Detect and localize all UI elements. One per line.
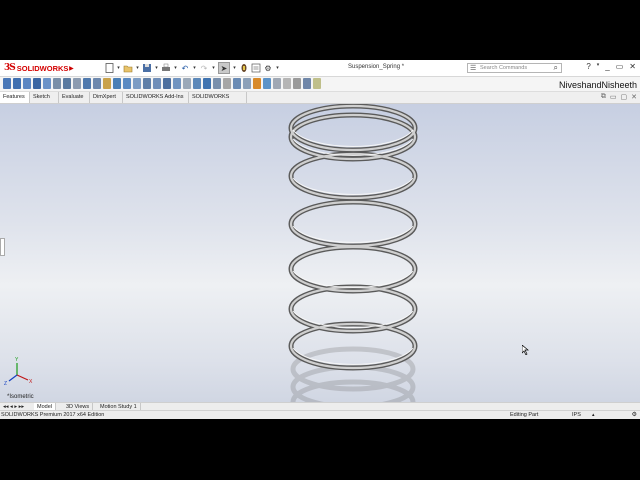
solidworks-search-icon: ☰ bbox=[470, 65, 477, 72]
command-tabs: Features Sketch Evaluate DimXpert SOLIDW… bbox=[0, 92, 640, 111]
user-name: NiveshandNisheeth bbox=[558, 80, 637, 90]
dropdown-icon[interactable]: ▾ bbox=[597, 62, 600, 71]
close-view-icon[interactable]: ✕ bbox=[631, 93, 637, 101]
dropdown-icon[interactable]: ▾ bbox=[275, 63, 280, 73]
dropdown-icon[interactable]: ▾ bbox=[192, 63, 197, 73]
display-style-icon[interactable] bbox=[233, 78, 241, 89]
revolved-cut-icon[interactable] bbox=[73, 78, 81, 89]
rebuild-icon[interactable] bbox=[239, 63, 249, 73]
rib-icon[interactable] bbox=[123, 78, 131, 89]
svg-text:X: X bbox=[29, 379, 33, 385]
options-icon[interactable]: ⚙ bbox=[263, 63, 273, 73]
pan-icon[interactable] bbox=[313, 78, 321, 89]
tab-solidworks-add-ins[interactable]: SOLIDWORKS Add-Ins bbox=[123, 92, 189, 103]
help-icon[interactable]: ? bbox=[586, 62, 590, 71]
title-bar: 3S SOLIDWORKS ▶ ▾ ▾ ▾ ▾ ↶ ▾ ↷ ▾ ➤ ▾ ⚙ ▾ … bbox=[0, 60, 640, 77]
wrap-icon[interactable] bbox=[133, 78, 141, 89]
logo-text: SOLIDWORKS bbox=[16, 63, 69, 73]
search-placeholder: Search Commands bbox=[480, 65, 528, 71]
feature-icons bbox=[3, 78, 321, 89]
spring-reflection bbox=[290, 346, 416, 406]
reference-geometry-icon[interactable] bbox=[183, 78, 191, 89]
lofted-cut-icon[interactable] bbox=[93, 78, 101, 89]
linear-pattern-icon[interactable] bbox=[113, 78, 121, 89]
window-controls: ? ▾ _ ▭ ✕ bbox=[586, 62, 636, 71]
open-icon[interactable] bbox=[123, 63, 133, 73]
coordinate-triad: Y X Z bbox=[4, 357, 33, 387]
minimize-view-icon[interactable]: ▭ bbox=[610, 93, 617, 101]
undo-icon[interactable]: ↶ bbox=[180, 63, 190, 73]
instant3d-icon[interactable] bbox=[203, 78, 211, 89]
letterbox-bottom bbox=[0, 419, 640, 480]
section-view-icon[interactable] bbox=[213, 78, 221, 89]
tab-solidworks-mbd[interactable]: SOLIDWORKS MBD bbox=[189, 92, 247, 111]
save-icon[interactable] bbox=[142, 63, 152, 73]
rotate-icon[interactable] bbox=[303, 78, 311, 89]
letterbox-top bbox=[0, 0, 640, 60]
dropdown-icon[interactable]: ▾ bbox=[232, 63, 237, 73]
file-properties-icon[interactable] bbox=[251, 63, 261, 73]
tab-sketch[interactable]: Sketch bbox=[30, 92, 59, 103]
fillet-icon[interactable] bbox=[103, 78, 111, 89]
mouse-cursor-icon bbox=[522, 345, 529, 355]
dropdown-icon[interactable]: ▾ bbox=[173, 63, 178, 73]
maximize-view-icon[interactable]: ▢ bbox=[621, 93, 628, 101]
edit-appearance-icon[interactable] bbox=[253, 78, 261, 89]
command-manager: NiveshandNisheeth bbox=[0, 77, 640, 92]
minimize-icon[interactable]: _ bbox=[605, 62, 609, 71]
quick-access-toolbar: ▾ ▾ ▾ ▾ ↶ ▾ ↷ ▾ ➤ ▾ ⚙ ▾ bbox=[104, 62, 280, 74]
svg-text:Z: Z bbox=[4, 381, 7, 387]
dropdown-icon[interactable]: ▾ bbox=[116, 63, 121, 73]
search-commands-input[interactable]: ☰ Search Commands ⌕ bbox=[467, 63, 562, 73]
close-icon[interactable]: ✕ bbox=[629, 62, 636, 71]
print-icon[interactable] bbox=[161, 63, 171, 73]
hide-show-icon[interactable] bbox=[243, 78, 251, 89]
view-window-tools: ⧉ ▭ ▢ ✕ bbox=[601, 93, 637, 101]
scene-icon[interactable] bbox=[263, 78, 271, 89]
search-icon[interactable]: ⌕ bbox=[554, 63, 558, 72]
solidworks-window: 3S SOLIDWORKS ▶ ▾ ▾ ▾ ▾ ↶ ▾ ↷ ▾ ➤ ▾ ⚙ ▾ … bbox=[0, 60, 640, 420]
view-orientation-label: *Isometric bbox=[7, 394, 34, 400]
previous-view-icon[interactable] bbox=[293, 78, 301, 89]
select-icon[interactable]: ➤ bbox=[218, 62, 230, 74]
extruded-boss-icon[interactable] bbox=[3, 78, 11, 89]
dropdown-icon[interactable]: ▾ bbox=[154, 63, 159, 73]
swept-boss-icon[interactable] bbox=[23, 78, 31, 89]
restore-icon[interactable]: ▭ bbox=[616, 62, 624, 71]
extruded-cut-icon[interactable] bbox=[53, 78, 61, 89]
logo-mark: 3S bbox=[4, 63, 16, 73]
revolved-boss-icon[interactable] bbox=[13, 78, 21, 89]
curves-icon[interactable] bbox=[193, 78, 201, 89]
tab-evaluate[interactable]: Evaluate bbox=[59, 92, 90, 103]
svg-text:Y: Y bbox=[15, 357, 19, 363]
new-icon[interactable] bbox=[104, 63, 114, 73]
tab-dimxpert[interactable]: DimXpert bbox=[90, 92, 123, 103]
intersect-icon[interactable] bbox=[163, 78, 171, 89]
spring-model[interactable]: Y X Z bbox=[0, 104, 640, 406]
mirror-icon[interactable] bbox=[173, 78, 181, 89]
graphics-area[interactable]: Y X Z *Isometric bbox=[0, 104, 640, 406]
draft-icon[interactable] bbox=[143, 78, 151, 89]
view-orientation-icon[interactable] bbox=[223, 78, 231, 89]
tile-icon[interactable]: ⧉ bbox=[601, 93, 606, 101]
view-settings-icon[interactable] bbox=[273, 78, 281, 89]
boundary-boss-icon[interactable] bbox=[43, 78, 51, 89]
hole-wizard-icon[interactable] bbox=[63, 78, 71, 89]
lofted-boss-icon[interactable] bbox=[33, 78, 41, 89]
dropdown-icon[interactable]: ▾ bbox=[135, 63, 140, 73]
tab-features[interactable]: Features bbox=[0, 92, 30, 103]
menu-arrow-icon[interactable]: ▶ bbox=[68, 63, 74, 73]
dropdown-icon[interactable]: ▾ bbox=[211, 63, 216, 73]
spring-coils-back bbox=[288, 104, 418, 371]
document-title: Suspension_Spring * bbox=[348, 64, 405, 70]
solidworks-logo[interactable]: 3S SOLIDWORKS ▶ bbox=[4, 62, 74, 74]
swept-cut-icon[interactable] bbox=[83, 78, 91, 89]
shell-icon[interactable] bbox=[153, 78, 161, 89]
redo-icon[interactable]: ↷ bbox=[199, 63, 209, 73]
zoom-to-fit-icon[interactable] bbox=[283, 78, 291, 89]
